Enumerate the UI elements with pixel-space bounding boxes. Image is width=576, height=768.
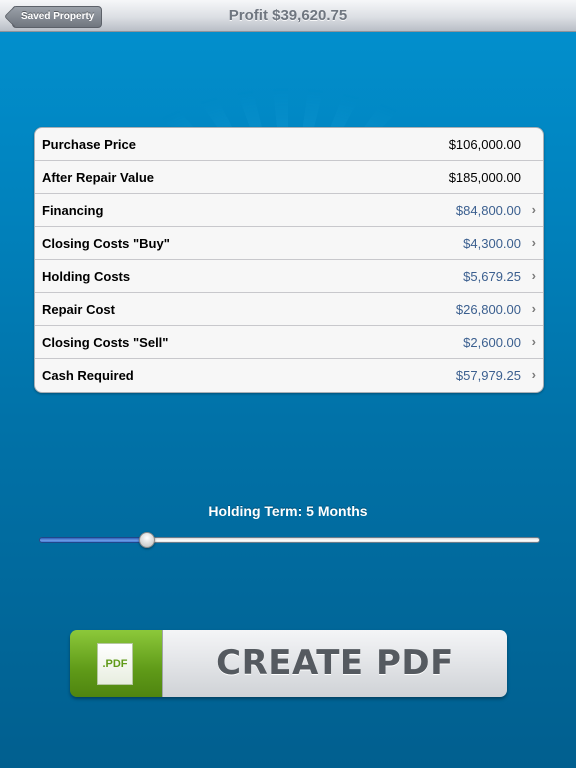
- slider-thumb[interactable]: [139, 532, 155, 548]
- table-row-purchase-price: Purchase Price $106,000.00: [35, 128, 543, 161]
- row-label: Repair Cost: [42, 302, 115, 317]
- pdf-label-panel: CREATE PDF: [162, 630, 507, 697]
- table-row-after-repair-value: After Repair Value $185,000.00: [35, 161, 543, 194]
- row-label: Closing Costs "Buy": [42, 236, 170, 251]
- chevron-right-icon: ›: [531, 202, 536, 217]
- row-value: $57,979.25: [455, 368, 521, 383]
- chevron-right-icon: ›: [531, 334, 536, 349]
- row-value: $2,600.00: [463, 335, 521, 350]
- chevron-right-icon: ›: [531, 301, 536, 316]
- chevron-right-icon: ›: [531, 367, 536, 382]
- table-row-cash-required[interactable]: Cash Required $57,979.25 ›: [35, 359, 543, 392]
- create-pdf-button[interactable]: .PDF CREATE PDF: [70, 630, 507, 697]
- property-summary-table: Purchase Price $106,000.00 After Repair …: [34, 127, 544, 393]
- holding-term-label: Holding Term: 5 Months: [208, 503, 368, 519]
- table-row-repair-cost[interactable]: Repair Cost $26,800.00 ›: [35, 293, 543, 326]
- back-button-label: Saved Property: [21, 11, 95, 22]
- table-row-closing-costs-sell[interactable]: Closing Costs "Sell" $2,600.00 ›: [35, 326, 543, 359]
- holding-term-slider[interactable]: [39, 532, 540, 548]
- pdf-document-icon: .PDF: [97, 643, 133, 685]
- row-value: $84,800.00: [455, 203, 521, 218]
- table-row-financing[interactable]: Financing $84,800.00 ›: [35, 194, 543, 227]
- row-label: After Repair Value: [42, 170, 154, 185]
- row-value: $4,300.00: [463, 236, 521, 251]
- row-value: $5,679.25: [463, 269, 521, 284]
- row-value: $106,000.00: [448, 137, 521, 152]
- row-value: $185,000.00: [448, 170, 521, 185]
- row-label: Purchase Price: [42, 137, 136, 152]
- table-row-closing-costs-buy[interactable]: Closing Costs "Buy" $4,300.00 ›: [35, 227, 543, 260]
- slider-fill: [39, 537, 147, 543]
- row-value: $26,800.00: [455, 302, 521, 317]
- row-label: Closing Costs "Sell": [42, 335, 169, 350]
- row-label: Cash Required: [42, 368, 134, 383]
- chevron-right-icon: ›: [531, 268, 536, 283]
- back-button-saved-property[interactable]: Saved Property: [12, 6, 103, 28]
- chevron-right-icon: ›: [531, 235, 536, 250]
- pdf-icon-panel: .PDF: [70, 630, 162, 697]
- create-pdf-label: CREATE PDF: [216, 643, 454, 683]
- row-label: Financing: [42, 203, 104, 218]
- row-label: Holding Costs: [42, 269, 131, 284]
- table-row-holding-costs[interactable]: Holding Costs $5,679.25 ›: [35, 260, 543, 293]
- navigation-bar: Profit $39,620.75 Saved Property: [0, 0, 576, 32]
